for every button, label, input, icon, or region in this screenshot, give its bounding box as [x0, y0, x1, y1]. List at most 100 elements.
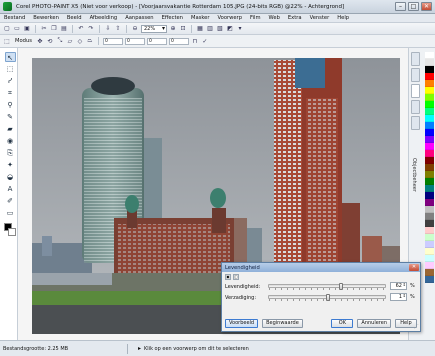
transform-perspective-icon[interactable]: ⏢	[86, 37, 94, 45]
cancel-button[interactable]: Annuleren	[357, 318, 391, 328]
palette-color-chip[interactable]	[425, 59, 434, 66]
palette-color-chip[interactable]	[425, 94, 434, 101]
text-tool-icon[interactable]: A	[5, 184, 16, 194]
zoom-tool-icon[interactable]: ⚲	[5, 100, 16, 110]
menu-venster[interactable]: Venster	[306, 15, 334, 21]
apply-icon[interactable]: ✓	[201, 37, 209, 45]
palette-color-chip[interactable]	[425, 192, 434, 199]
menu-web[interactable]: Web	[265, 15, 284, 21]
paint-tool-icon[interactable]: ✐	[5, 196, 16, 206]
eraser-icon[interactable]: ▰	[5, 124, 16, 134]
palette-color-chip[interactable]	[425, 276, 434, 283]
menu-beeld[interactable]: Beeld	[63, 15, 86, 21]
fit-page-icon[interactable]: ⊡	[179, 25, 187, 33]
docker-tab-5[interactable]	[411, 116, 420, 130]
view-mode-3-icon[interactable]: ▧	[216, 25, 224, 33]
effect-tool-icon[interactable]: ✦	[5, 160, 16, 170]
dialog-title-bar[interactable]: Levendigheid ✕	[222, 263, 420, 272]
palette-color-chip[interactable]	[425, 87, 434, 94]
transform-skew-icon[interactable]: ▱	[66, 37, 74, 45]
corel-app-icon[interactable]	[3, 2, 12, 11]
dialog-close-button[interactable]: ✕	[409, 264, 419, 271]
open-folder-icon[interactable]: ▭	[13, 25, 21, 33]
close-button[interactable]: ✕	[421, 2, 432, 11]
saturation-slider-thumb[interactable]	[325, 294, 330, 301]
palette-color-chip[interactable]	[425, 52, 434, 59]
pick-tool-icon[interactable]: ↖	[4, 52, 16, 62]
menu-extra[interactable]: Extra	[284, 15, 306, 21]
palette-color-chip[interactable]	[425, 108, 434, 115]
palette-color-chip[interactable]	[425, 248, 434, 255]
vibrance-value-field[interactable]: 62	[390, 282, 407, 290]
palette-color-chip[interactable]	[425, 143, 434, 150]
palette-color-chip[interactable]	[425, 122, 434, 129]
palette-color-chip[interactable]	[425, 150, 434, 157]
palette-color-chip[interactable]	[425, 115, 434, 122]
width-field[interactable]: 0	[146, 37, 167, 45]
paste-icon[interactable]: ▤	[60, 25, 68, 33]
zoom-in-icon[interactable]: ⊕	[169, 25, 177, 33]
save-icon[interactable]: ▣	[23, 25, 31, 33]
ok-button[interactable]: OK	[331, 318, 354, 328]
docker-tab-4[interactable]	[411, 100, 420, 114]
copy-icon[interactable]: ❐	[50, 25, 58, 33]
fill-tool-icon[interactable]: ◒	[5, 172, 16, 182]
redo-icon[interactable]: ↷	[87, 25, 95, 33]
vibrance-slider[interactable]	[268, 283, 386, 290]
docker-tab-1[interactable]	[411, 52, 420, 66]
palette-color-chip[interactable]	[425, 234, 434, 241]
mask-tool-icon[interactable]: ⬚	[5, 64, 16, 74]
palette-color-chip[interactable]	[425, 185, 434, 192]
saturation-slider[interactable]	[268, 294, 386, 301]
menu-film[interactable]: Film	[246, 15, 265, 21]
palette-color-chip[interactable]	[425, 206, 434, 213]
import-icon[interactable]: ⇩	[104, 25, 112, 33]
crop-tool-icon[interactable]: ⌗	[5, 88, 16, 98]
palette-color-chip[interactable]	[425, 157, 434, 164]
palette-color-chip[interactable]	[425, 227, 434, 234]
palette-color-chip[interactable]	[425, 269, 434, 276]
palette-color-chip[interactable]	[425, 241, 434, 248]
palette-color-chip[interactable]	[425, 178, 434, 185]
palette-color-chip[interactable]	[425, 101, 434, 108]
menu-bewerken[interactable]: Bewerken	[29, 15, 63, 21]
menu-afbeelding[interactable]: Afbeelding	[86, 15, 122, 21]
dual-view-icon[interactable]: ◫	[233, 274, 239, 280]
palette-color-chip[interactable]	[425, 255, 434, 262]
position-y-field[interactable]: 0	[124, 37, 145, 45]
palette-color-chip[interactable]	[425, 73, 434, 80]
vibrance-slider-thumb[interactable]	[338, 283, 343, 290]
palette-color-chip[interactable]	[425, 80, 434, 87]
view-mode-icon[interactable]: ▦	[196, 25, 204, 33]
preview-toggle-icon[interactable]: ▣	[225, 274, 231, 280]
menu-aanpassen[interactable]: Aanpassen	[121, 15, 157, 21]
height-field[interactable]: 0	[168, 37, 189, 45]
red-eye-icon[interactable]: ◉	[5, 136, 16, 146]
palette-color-chip[interactable]	[425, 164, 434, 171]
palette-color-chip[interactable]	[425, 136, 434, 143]
cut-icon[interactable]: ✂	[40, 25, 48, 33]
object-manager-tab-label[interactable]: Objectbeheer	[411, 158, 417, 192]
zoom-out-icon[interactable]: ⊖	[131, 25, 139, 33]
menu-help[interactable]: Help	[333, 15, 353, 21]
palette-color-chip[interactable]	[425, 262, 434, 269]
palette-color-chip[interactable]	[425, 66, 434, 73]
menu-voorwerp[interactable]: Voorwerp	[214, 15, 247, 21]
maximize-button[interactable]: □	[408, 2, 419, 11]
minimize-button[interactable]: –	[395, 2, 406, 11]
zoom-level-select[interactable]: 22%	[141, 24, 167, 33]
transform-scale-icon[interactable]: ⤡	[56, 37, 64, 45]
shape-tool-icon[interactable]: ▭	[5, 208, 16, 218]
palette-color-chip[interactable]	[425, 171, 434, 178]
lock-ratio-icon[interactable]: ⊓	[191, 37, 199, 45]
undo-icon[interactable]: ↶	[77, 25, 85, 33]
palette-color-chip[interactable]	[425, 129, 434, 136]
new-file-icon[interactable]: ▢	[3, 25, 11, 33]
welcome-screen-icon[interactable]: ◩	[226, 25, 234, 33]
transform-distort-icon[interactable]: ◇	[76, 37, 84, 45]
transform-position-icon[interactable]: ✥	[36, 37, 44, 45]
pick-tool-options-icon[interactable]: ⬚	[3, 37, 11, 45]
palette-color-chip[interactable]	[425, 199, 434, 206]
palette-color-chip[interactable]	[425, 220, 434, 227]
menu-bestand[interactable]: Bestand	[0, 15, 29, 21]
